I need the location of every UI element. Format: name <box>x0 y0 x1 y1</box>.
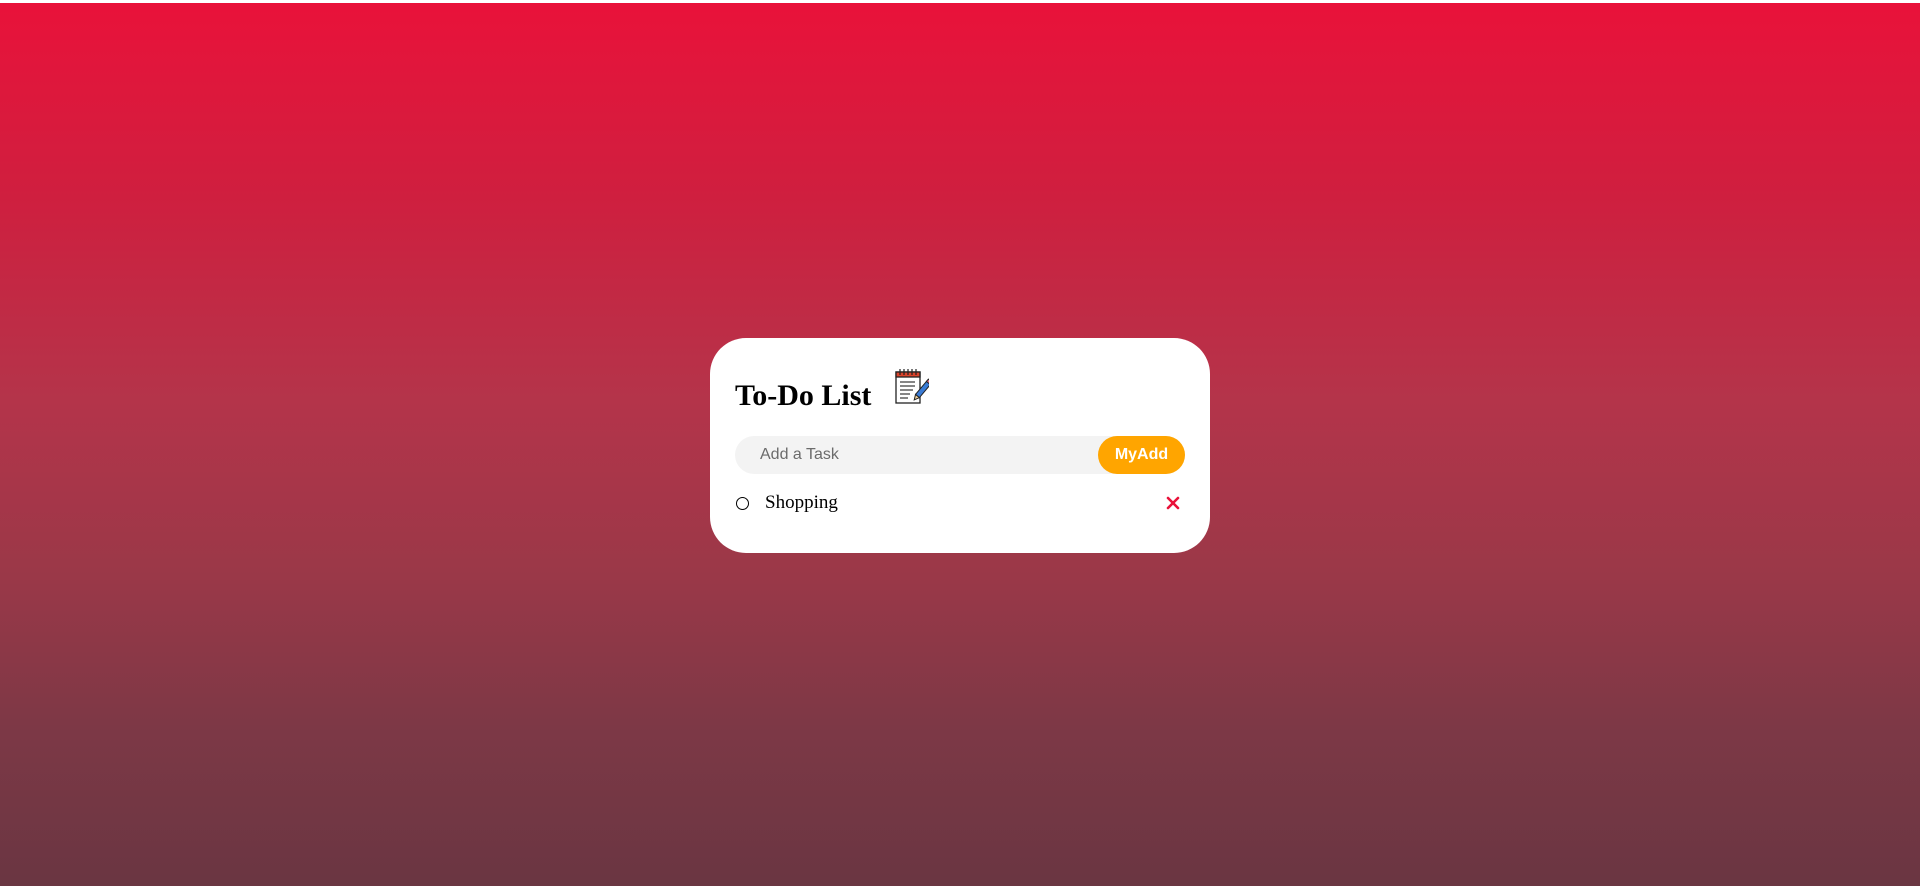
title-row: To-Do List <box>735 362 1185 418</box>
task-label: Shopping <box>765 492 838 513</box>
todo-card: To-Do List Add a Task MyAdd Shopping <box>710 338 1210 553</box>
close-icon <box>1166 496 1180 510</box>
list-item[interactable]: Shopping <box>735 488 1185 518</box>
add-task-form: MyAdd <box>735 436 1185 474</box>
circle-icon[interactable] <box>736 496 749 510</box>
task-input[interactable] <box>735 436 1098 474</box>
delete-button[interactable] <box>1162 492 1184 514</box>
task-list: Shopping <box>735 488 1185 518</box>
notepad-icon <box>893 367 934 407</box>
add-button[interactable]: MyAdd <box>1098 436 1185 474</box>
page-title: To-Do List <box>735 379 872 412</box>
